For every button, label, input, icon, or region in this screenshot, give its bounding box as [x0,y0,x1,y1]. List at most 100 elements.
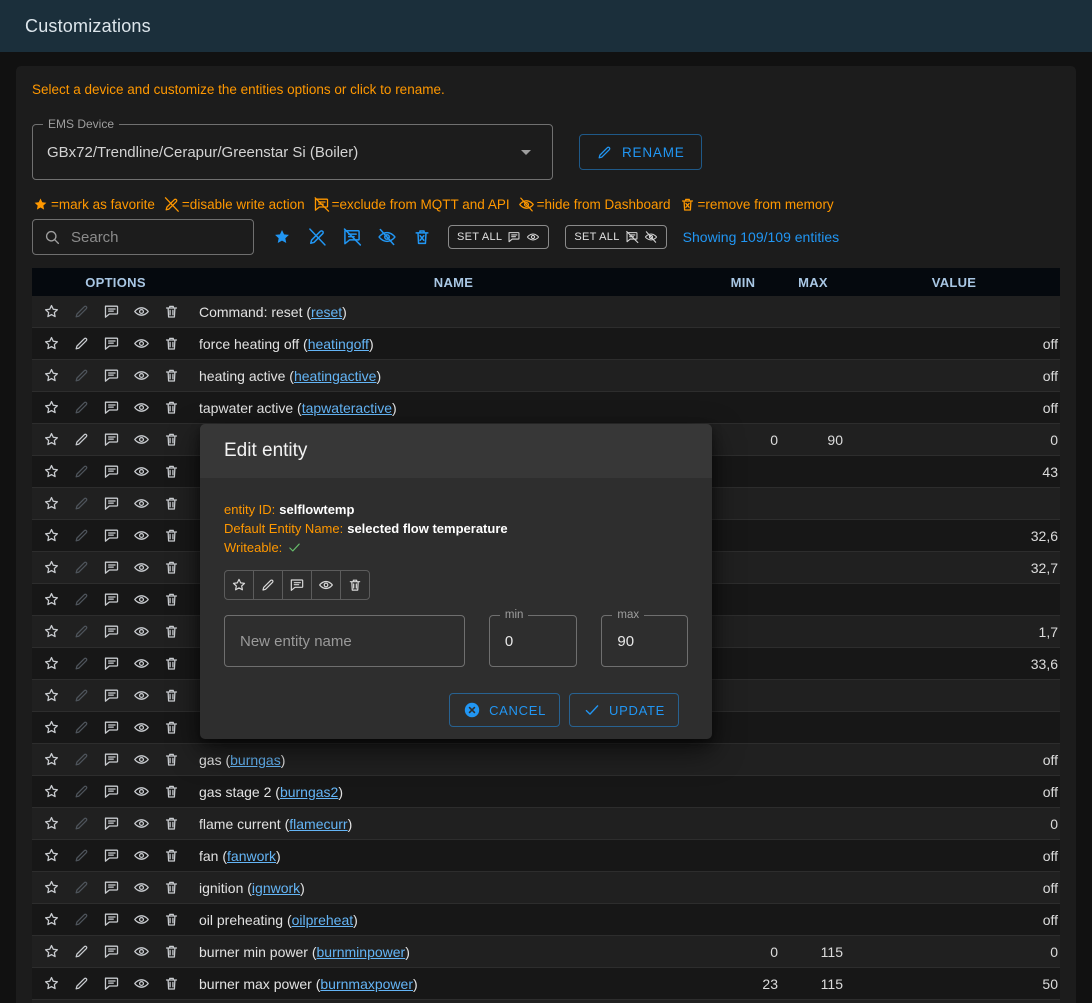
edit-pencil-icon[interactable] [73,431,90,448]
cancel-button[interactable]: CANCEL [449,693,560,727]
visibility-eye-icon[interactable] [133,943,150,960]
search-box[interactable] [32,219,254,255]
entity-shortname-link[interactable]: burnminpower [317,944,406,960]
mqtt-exclude-icon[interactable] [103,847,120,864]
edit-pencil-icon[interactable] [73,527,90,544]
table-row[interactable]: ignition (ignwork) off [32,872,1060,904]
table-row[interactable]: oil preheating (oilpreheat) off [32,904,1060,936]
edit-pencil-icon[interactable] [73,879,90,896]
mqtt-exclude-icon[interactable] [103,911,120,928]
mqtt-exclude-icon[interactable] [103,783,120,800]
remove-trash-icon[interactable] [163,559,180,576]
mqtt-exclude-icon[interactable] [103,623,120,640]
remove-trash-icon[interactable] [163,847,180,864]
rename-button[interactable]: RENAME [579,134,702,170]
edit-pencil-icon[interactable] [73,975,90,992]
mqtt-exclude-icon[interactable] [103,815,120,832]
favorite-star-icon[interactable] [43,527,60,544]
table-row[interactable]: flame current (flamecurr) 0 [32,808,1060,840]
remove-trash-icon[interactable] [163,879,180,896]
set-all-hide-button[interactable]: SET ALL [565,225,666,249]
remove-trash-icon[interactable] [163,751,180,768]
table-row[interactable]: gas stage 2 (burngas2) off [32,776,1060,808]
favorite-star-icon[interactable] [43,687,60,704]
visibility-eye-icon[interactable] [133,303,150,320]
visibility-eye-icon[interactable] [133,367,150,384]
toggle-visibility-eye-icon[interactable] [311,570,341,600]
favorite-star-icon[interactable] [43,591,60,608]
remove-trash-icon[interactable] [163,687,180,704]
favorite-star-icon[interactable] [43,303,60,320]
visibility-eye-icon[interactable] [133,687,150,704]
mqtt-exclude-icon[interactable] [103,431,120,448]
remove-trash-icon[interactable] [163,623,180,640]
remove-trash-icon[interactable] [163,399,180,416]
edit-pencil-icon[interactable] [73,911,90,928]
edit-pencil-icon[interactable] [73,655,90,672]
table-row[interactable]: Command: reset (reset) [32,296,1060,328]
mqtt-exclude-icon[interactable] [103,399,120,416]
favorite-star-icon[interactable] [43,815,60,832]
visibility-eye-icon[interactable] [133,623,150,640]
remove-trash-icon[interactable] [163,367,180,384]
toggle-delete-trash-icon[interactable] [340,570,370,600]
table-row[interactable]: heating active (heatingactive) off [32,360,1060,392]
mqtt-exclude-icon[interactable] [103,687,120,704]
visibility-eye-icon[interactable] [133,463,150,480]
visibility-eye-icon[interactable] [133,879,150,896]
mqtt-exclude-icon[interactable] [103,879,120,896]
ems-device-select[interactable]: EMS Device GBx72/Trendline/Cerapur/Green… [32,124,553,180]
favorite-star-icon[interactable] [43,399,60,416]
entity-shortname-link[interactable]: reset [311,304,342,320]
remove-trash-icon[interactable] [163,655,180,672]
mqtt-exclude-icon[interactable] [103,591,120,608]
search-input[interactable] [69,228,243,247]
favorite-star-icon[interactable] [43,367,60,384]
entity-shortname-link[interactable]: oilpreheat [292,912,354,928]
mqtt-exclude-icon[interactable] [103,559,120,576]
favorite-star-icon[interactable] [43,751,60,768]
star-filled-icon[interactable] [272,227,292,247]
mqtt-exclude-icon[interactable] [103,655,120,672]
table-row[interactable]: burner min power (burnminpower) 0 115 0 [32,936,1060,968]
visibility-eye-icon[interactable] [133,911,150,928]
visibility-eye-icon[interactable] [133,655,150,672]
update-button[interactable]: UPDATE [569,693,679,727]
favorite-star-icon[interactable] [43,719,60,736]
comment-off-icon[interactable] [342,227,362,247]
edit-pencil-icon[interactable] [73,815,90,832]
favorite-star-icon[interactable] [43,943,60,960]
edit-pencil-icon[interactable] [73,335,90,352]
visibility-eye-icon[interactable] [133,527,150,544]
max-field[interactable]: max [601,615,688,667]
edit-pencil-icon[interactable] [73,623,90,640]
visibility-eye-icon[interactable] [133,847,150,864]
edit-pencil-icon[interactable] [73,303,90,320]
table-row[interactable]: fan (fanwork) off [32,840,1060,872]
trash-x-icon[interactable] [412,227,432,247]
toggle-favorite-star-icon[interactable] [224,570,254,600]
remove-trash-icon[interactable] [163,783,180,800]
mqtt-exclude-icon[interactable] [103,975,120,992]
table-row[interactable]: tapwater active (tapwateractive) off [32,392,1060,424]
min-input[interactable] [503,632,564,651]
set-all-show-button[interactable]: SET ALL [448,225,549,249]
remove-trash-icon[interactable] [163,303,180,320]
favorite-star-icon[interactable] [43,623,60,640]
table-row[interactable]: gas (burngas) off [32,744,1060,776]
entity-shortname-link[interactable]: tapwateractive [302,400,392,416]
toggle-mqtt-comment-icon[interactable] [282,570,312,600]
toggle-write-pencil-icon[interactable] [253,570,283,600]
edit-pencil-icon[interactable] [73,399,90,416]
visibility-eye-icon[interactable] [133,591,150,608]
visibility-eye-icon[interactable] [133,335,150,352]
entity-shortname-link[interactable]: flamecurr [289,816,347,832]
edit-pencil-icon[interactable] [73,559,90,576]
edit-pencil-icon[interactable] [73,847,90,864]
visibility-eye-icon[interactable] [133,719,150,736]
visibility-eye-icon[interactable] [133,399,150,416]
entity-shortname-link[interactable]: ignwork [252,880,300,896]
favorite-star-icon[interactable] [43,559,60,576]
mqtt-exclude-icon[interactable] [103,751,120,768]
visibility-eye-icon[interactable] [133,975,150,992]
